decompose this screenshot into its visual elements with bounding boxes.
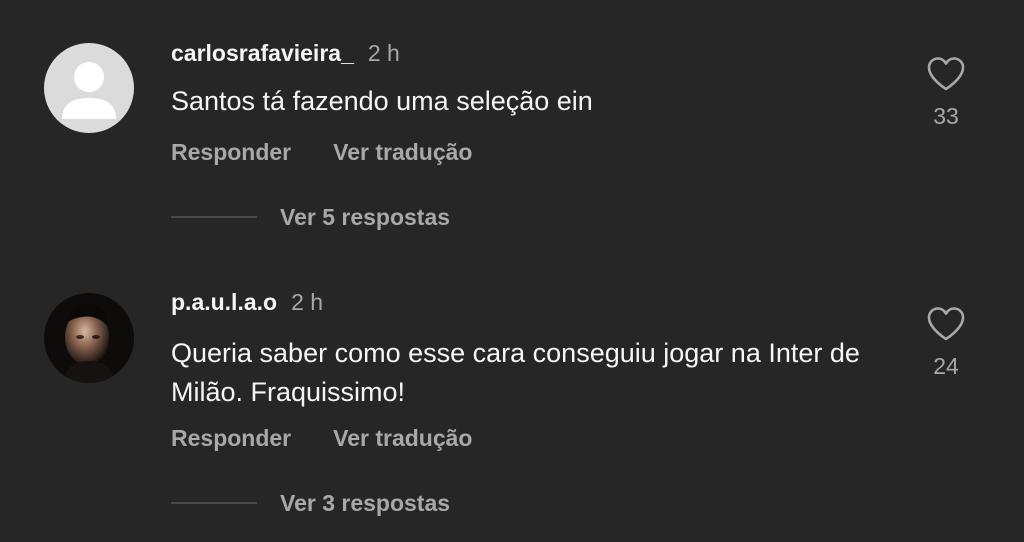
comment-text: Queria saber como esse cara conseguiu jo…: [171, 338, 860, 407]
comment-item: p.a.u.l.a.o 2 h Queria saber como esse ca…: [0, 0, 1024, 542]
replies-divider: [171, 501, 257, 504]
like-control: 24: [920, 306, 972, 380]
comment-actions: Responder Ver tradução: [171, 424, 472, 452]
reply-button[interactable]: Responder: [171, 424, 291, 452]
view-replies-button[interactable]: Ver 3 respostas: [171, 489, 450, 517]
view-replies-label: Ver 3 respostas: [280, 490, 451, 516]
like-count: 24: [933, 353, 959, 379]
username[interactable]: p.a.u.l.a.o: [171, 289, 277, 315]
heart-icon[interactable]: [926, 306, 966, 342]
timestamp: 2 h: [291, 289, 324, 315]
avatar[interactable]: [44, 293, 134, 383]
profile-photo: [44, 293, 134, 383]
comments-screen: carlosrafavieira_ 2 h Santos tá fazendo u…: [0, 0, 1024, 542]
see-translation-button[interactable]: Ver tradução: [333, 424, 472, 452]
comment-header: p.a.u.l.a.o 2 h: [171, 288, 323, 316]
